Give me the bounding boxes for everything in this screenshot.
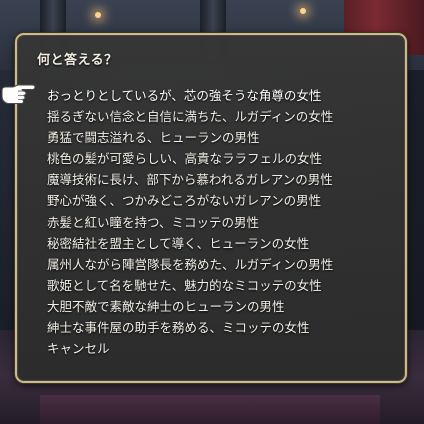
scene-lamp [95, 12, 101, 18]
choice-item[interactable]: 魔導技術に長け、部下から慕われるガレアンの男性 [47, 169, 333, 190]
choice-item[interactable]: 揺るぎない信念と自信に満ちた、ルガディンの女性 [47, 106, 333, 127]
choice-item[interactable]: 野心が強く、つかみどころがないガレアンの男性 [47, 190, 333, 211]
choice-item[interactable]: 赤髪と紅い瞳を持つ、ミコッテの男性 [47, 212, 333, 233]
choice-item[interactable]: おっとりとしているが、芯の強そうな角尊の女性 [47, 85, 333, 106]
choice-item[interactable]: 紳士な事件屋の助手を務める、ミコッテの女性 [47, 317, 333, 338]
choice-item[interactable]: 属州人ながら陣営隊長を務めた、ルガディンの男性 [47, 254, 333, 275]
choice-item[interactable]: 秘密結社を盟主として導く、ヒューランの女性 [47, 233, 333, 254]
choice-item[interactable]: 桃色の髪が可愛らしい、高貴なララフェルの女性 [47, 148, 333, 169]
choice-item[interactable]: 勇猛で闘志溢れる、ヒューランの男性 [47, 127, 333, 148]
select-string-dialog: 何と答える？ おっとりとしているが、芯の強そうな角尊の女性 揺るぎない信念と自信… [15, 33, 407, 383]
choice-item[interactable]: 歌姫として名を馳せた、魅力的なミコッテの女性 [47, 275, 333, 296]
dialog-title: 何と答える？ [37, 53, 118, 68]
choice-list: おっとりとしているが、芯の強そうな角尊の女性 揺るぎない信念と自信に満ちた、ルガ… [47, 85, 333, 359]
choice-item[interactable]: 大胆不敵で素敵な紳士のヒューランの男性 [47, 296, 333, 317]
pointing-hand-icon [1, 84, 36, 105]
scene-lamp [300, 8, 306, 14]
cancel-choice[interactable]: キャンセル [47, 338, 333, 359]
scene-rug [40, 395, 380, 424]
